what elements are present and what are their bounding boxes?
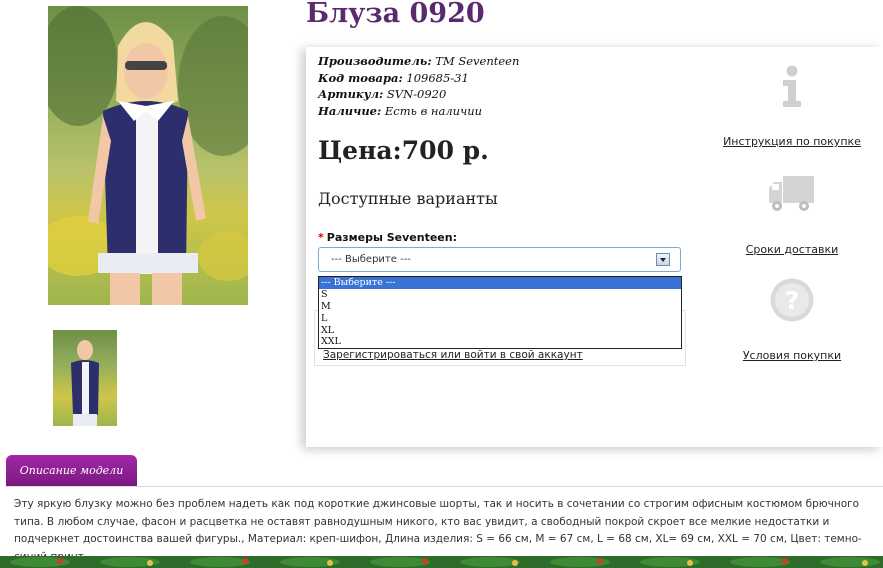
size-option-xl[interactable]: XL <box>319 325 681 337</box>
garland-decoration <box>0 556 883 568</box>
product-price: Цена:700 р. <box>318 136 489 165</box>
product-thumbnail[interactable] <box>53 330 117 426</box>
tab-divider <box>6 486 883 487</box>
size-option-l[interactable]: L <box>319 313 681 325</box>
size-select-value: --- Выберите --- <box>331 254 411 265</box>
product-title: Блуза 0920 <box>306 0 485 29</box>
availability-row: Наличие: Есть в наличии <box>318 103 519 120</box>
chevron-down-icon[interactable] <box>656 253 670 266</box>
manufacturer-label: Производитель: <box>318 54 432 68</box>
availability-label: Наличие: <box>318 103 382 118</box>
question-icon: ? <box>770 278 814 322</box>
manufacturer-row: Производитель: TM Seventeen <box>318 53 519 70</box>
size-label: * Размеры Seventeen: <box>318 231 457 244</box>
code-row: Код товара: 109685-31 <box>318 70 519 87</box>
sidebar-link-delivery[interactable]: Сроки доставки <box>722 243 862 256</box>
article-value: SVN-0920 <box>386 87 447 101</box>
login-register-link[interactable]: Зарегистрироваться или войти в свой акка… <box>323 349 583 361</box>
size-option-xxl[interactable]: XXL <box>319 336 681 348</box>
size-option-placeholder[interactable]: --- Выберите --- <box>319 277 681 289</box>
product-info-panel: Производитель: TM Seventeen Код товара: … <box>306 47 883 447</box>
size-select[interactable]: --- Выберите --- <box>318 247 681 272</box>
size-label-text: Размеры Seventeen: <box>326 231 457 244</box>
sidebar-link-terms[interactable]: Условия покупки <box>722 349 862 362</box>
code-value: 109685-31 <box>406 70 469 85</box>
availability-value: Есть в наличии <box>384 103 483 118</box>
product-thumbnail-image <box>71 340 99 426</box>
product-photo-main[interactable] <box>48 6 248 305</box>
product-meta: Производитель: TM Seventeen Код товара: … <box>318 53 519 119</box>
sidebar-item-delivery[interactable]: Сроки доставки <box>722 173 862 256</box>
product-photo-image <box>48 6 248 305</box>
size-option-m[interactable]: M <box>319 301 681 313</box>
variants-heading: Доступные варианты <box>318 189 498 208</box>
article-row: Артикул: SVN-0920 <box>318 86 519 103</box>
sidebar-item-instructions[interactable]: Инструкция по покупке <box>722 65 862 148</box>
info-icon <box>783 65 801 107</box>
size-option-s[interactable]: S <box>319 289 681 301</box>
required-mark: * <box>318 231 324 244</box>
truck-icon <box>769 176 814 211</box>
manufacturer-value: TM Seventeen <box>435 54 520 68</box>
sidebar-item-terms[interactable]: ? Условия покупки <box>722 277 862 362</box>
code-label: Код товара: <box>318 70 403 85</box>
article-label: Артикул: <box>318 87 384 101</box>
size-dropdown-list[interactable]: --- Выберите --- S M L XL XXL <box>318 276 682 349</box>
sidebar-link-instructions[interactable]: Инструкция по покупке <box>722 135 862 148</box>
tab-model-description[interactable]: Описание модели <box>6 455 137 486</box>
svg-text:?: ? <box>785 286 800 315</box>
